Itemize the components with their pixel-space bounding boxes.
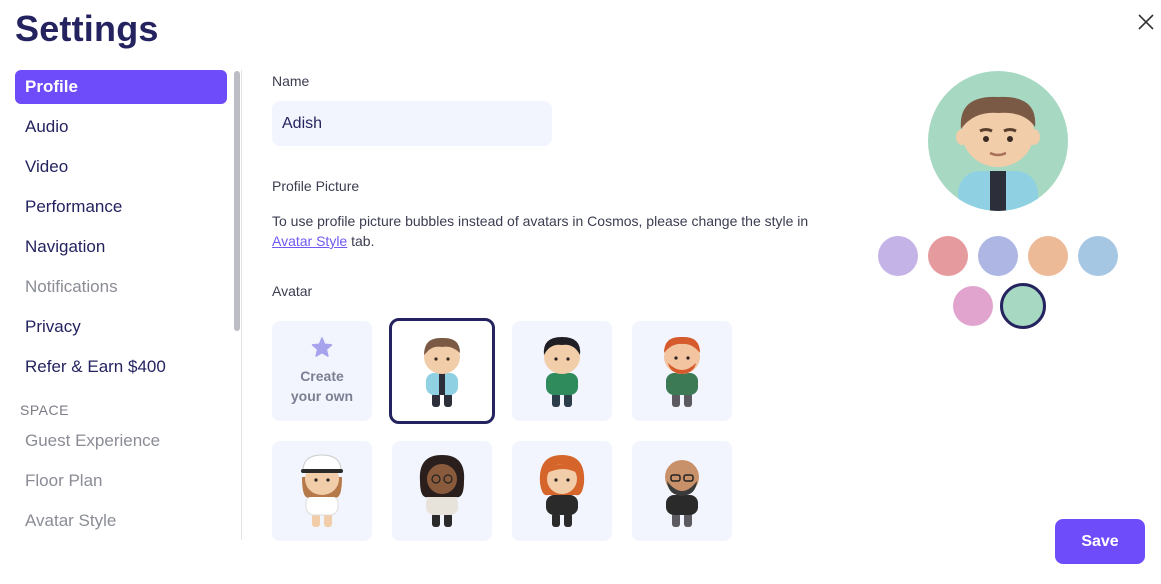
background-color-swatches — [878, 236, 1118, 329]
sidebar-item-navigation[interactable]: Navigation — [15, 230, 227, 264]
description-text: To use profile picture bubbles instead o… — [272, 213, 809, 229]
sidebar-item-audio[interactable]: Audio — [15, 110, 227, 144]
avatar-option-2[interactable] — [512, 321, 612, 421]
color-swatch-periwinkle[interactable] — [978, 236, 1018, 276]
color-swatch-peach[interactable] — [1028, 236, 1068, 276]
profile-picture-description: To use profile picture bubbles instead o… — [272, 211, 812, 251]
description-text-end: tab. — [347, 233, 375, 249]
avatar-figure-icon — [543, 337, 581, 407]
avatar-figure-icon — [419, 455, 465, 527]
sidebar-scrollbar[interactable] — [234, 71, 240, 331]
color-swatch-sky[interactable] — [1078, 236, 1118, 276]
avatar-figure-icon — [424, 337, 460, 407]
color-swatch-pink[interactable] — [953, 286, 993, 326]
avatar-label: Avatar — [272, 283, 313, 299]
save-button[interactable]: Save — [1055, 519, 1145, 564]
avatar-style-link[interactable]: Avatar Style — [272, 233, 347, 249]
create-own-line1: Create — [300, 368, 344, 384]
close-icon[interactable] — [1134, 10, 1158, 34]
avatar-option-3[interactable] — [632, 321, 732, 421]
color-swatch-lavender[interactable] — [878, 236, 918, 276]
avatar-figure-icon — [664, 336, 700, 407]
color-swatch-rose[interactable] — [928, 236, 968, 276]
sidebar-item-avatar-style[interactable]: Avatar Style — [15, 504, 227, 538]
avatar-figure-icon — [665, 460, 699, 527]
avatar-option-7[interactable] — [632, 441, 732, 541]
avatar-preview — [928, 71, 1068, 211]
avatar-option-1[interactable] — [389, 318, 495, 424]
profile-picture-label: Profile Picture — [272, 178, 360, 194]
sidebar-item-refer-earn[interactable]: Refer & Earn $400 — [15, 350, 227, 384]
sidebar-item-floor-plan[interactable]: Floor Plan — [15, 464, 227, 498]
sidebar-item-guest-experience[interactable]: Guest Experience — [15, 424, 227, 458]
sidebar-section-space: SPACE — [20, 402, 69, 418]
star-icon — [311, 337, 333, 357]
create-own-line2: your own — [290, 388, 354, 404]
sidebar-divider — [241, 70, 242, 540]
color-swatch-mint[interactable] — [1000, 283, 1046, 329]
avatar-option-4[interactable] — [272, 441, 372, 541]
avatar-figure-icon — [539, 455, 585, 527]
sidebar-item-notifications[interactable]: Notifications — [15, 270, 227, 304]
sidebar-item-video[interactable]: Video — [15, 150, 227, 184]
name-label: Name — [272, 73, 310, 89]
avatar-option-5[interactable] — [392, 441, 492, 541]
sidebar-item-profile[interactable]: Profile — [15, 70, 227, 104]
page-title: Settings — [15, 8, 159, 49]
avatar-preview-icon — [956, 96, 1040, 211]
avatar-grid: Create your own — [272, 318, 732, 541]
avatar-option-6[interactable] — [512, 441, 612, 541]
name-input[interactable] — [272, 101, 552, 146]
avatar-figure-icon — [301, 454, 343, 527]
settings-sidebar: Profile Audio Video Performance Navigati… — [15, 70, 227, 544]
create-own-avatar-button[interactable]: Create your own — [272, 321, 372, 421]
sidebar-item-performance[interactable]: Performance — [15, 190, 227, 224]
sidebar-item-privacy[interactable]: Privacy — [15, 310, 227, 344]
